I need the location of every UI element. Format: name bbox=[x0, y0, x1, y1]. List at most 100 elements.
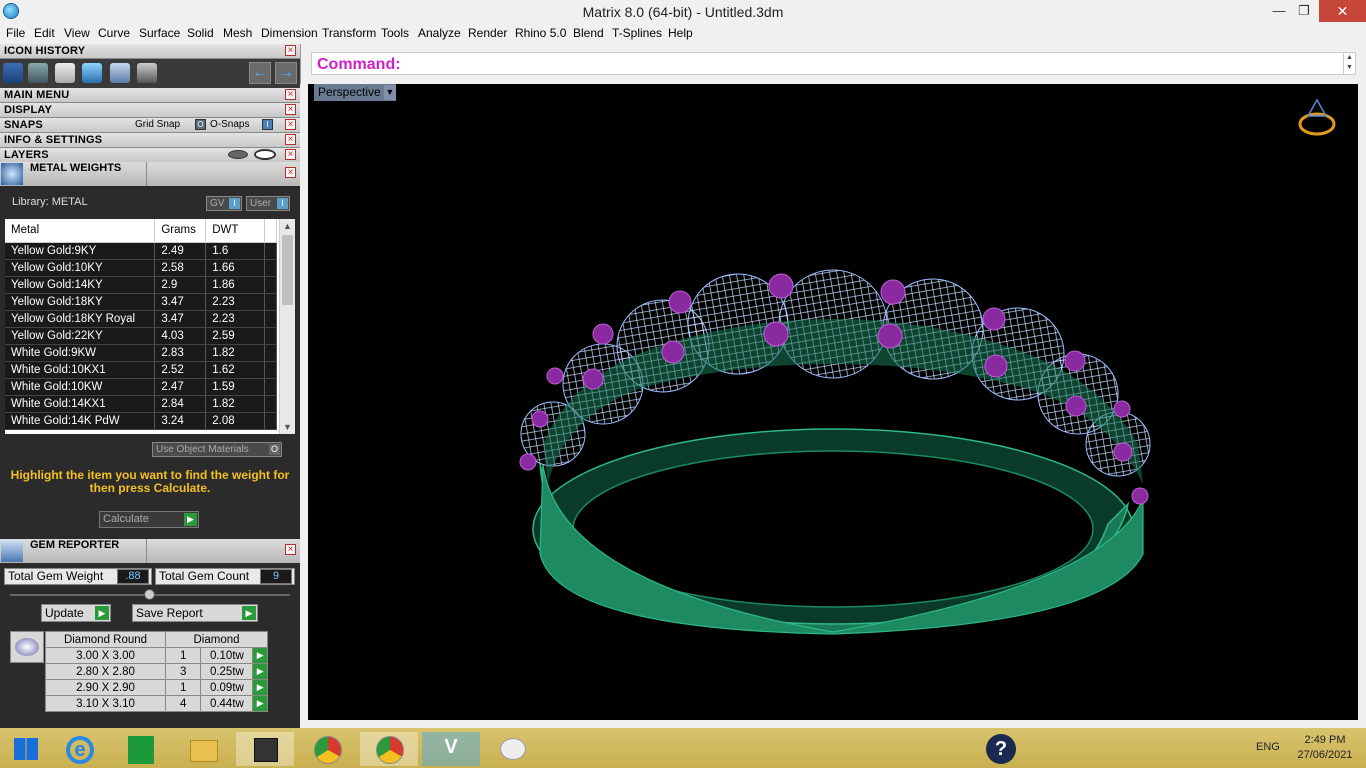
menu-help[interactable]: Help bbox=[668, 26, 693, 40]
command-history-spinner[interactable]: ▲ ▼ bbox=[1343, 53, 1355, 74]
vpn-icon[interactable]: V bbox=[422, 732, 480, 766]
grid-snap-toggle[interactable]: O bbox=[195, 119, 206, 130]
icon-history-header[interactable]: ICON HISTORY × bbox=[0, 44, 300, 59]
menu-view[interactable]: View bbox=[64, 26, 90, 40]
chrome-icon[interactable] bbox=[298, 732, 356, 766]
gv-toggle[interactable]: GV I bbox=[206, 196, 242, 211]
close-icon[interactable]: × bbox=[285, 134, 296, 145]
eye-icon[interactable] bbox=[254, 149, 276, 160]
save-report-button[interactable]: Save Report ▶ bbox=[132, 604, 258, 622]
save-icon[interactable] bbox=[3, 63, 23, 83]
forward-arrow-icon[interactable]: → bbox=[275, 62, 297, 84]
cell-metal: White Gold:14K PdW bbox=[5, 412, 156, 430]
back-arrow-icon[interactable]: ← bbox=[249, 62, 271, 84]
table-row[interactable]: White Gold:10KW 2.47 1.59 bbox=[5, 378, 277, 396]
cell-grams: 3.47 bbox=[154, 310, 207, 328]
paint-icon[interactable] bbox=[484, 732, 542, 766]
user-toggle[interactable]: User I bbox=[246, 196, 290, 211]
menu-file[interactable]: File bbox=[6, 26, 25, 40]
metal-weights-table[interactable]: Metal Grams DWT Yellow Gold:9KY 2.49 1.6 Y… bbox=[5, 219, 295, 434]
layer-hide-icon[interactable] bbox=[228, 150, 248, 159]
language-indicator[interactable]: ENG bbox=[1256, 741, 1280, 753]
close-icon[interactable]: × bbox=[285, 119, 296, 130]
table-row[interactable]: Yellow Gold:14KY 2.9 1.86 bbox=[5, 276, 277, 294]
close-icon[interactable]: × bbox=[285, 45, 296, 56]
column-grams[interactable]: Grams bbox=[154, 219, 207, 243]
menu-curve[interactable]: Curve bbox=[98, 26, 130, 40]
close-icon[interactable]: × bbox=[285, 149, 296, 160]
restore-button[interactable]: ❐ bbox=[1287, 0, 1321, 22]
table-row[interactable]: 3.10 X 3.10 4 0.44tw ▶ bbox=[45, 695, 268, 712]
menu-rhino[interactable]: Rhino 5.0 bbox=[515, 26, 566, 40]
menu-mesh[interactable]: Mesh bbox=[223, 26, 252, 40]
calculate-button[interactable]: Calculate ▶ bbox=[99, 511, 199, 528]
menu-solid[interactable]: Solid bbox=[187, 26, 214, 40]
table-row[interactable]: Yellow Gold:22KY 4.03 2.59 bbox=[5, 327, 277, 345]
table-row[interactable]: Yellow Gold:9KY 2.49 1.6 bbox=[5, 242, 277, 260]
scroll-down-icon[interactable]: ▼ bbox=[283, 422, 292, 432]
display-header[interactable]: DISPLAY × bbox=[0, 103, 300, 118]
table-row[interactable]: White Gold:14K PdW 3.24 2.08 bbox=[5, 412, 277, 430]
rotate-icon[interactable] bbox=[137, 63, 157, 83]
table-row[interactable]: White Gold:14KX1 2.84 1.82 bbox=[5, 395, 277, 413]
close-icon[interactable]: × bbox=[285, 544, 296, 555]
table-row[interactable]: White Gold:10KX1 2.52 1.62 bbox=[5, 361, 277, 379]
cell-size: 3.10 X 3.10 bbox=[45, 695, 166, 712]
column-dwt[interactable]: DWT bbox=[205, 219, 266, 243]
menu-blend[interactable]: Blend bbox=[573, 26, 604, 40]
menu-edit[interactable]: Edit bbox=[34, 26, 55, 40]
close-button[interactable]: ✕ bbox=[1319, 0, 1366, 22]
column-metal[interactable]: Metal bbox=[5, 219, 156, 243]
menu-render[interactable]: Render bbox=[468, 26, 507, 40]
chrome-icon[interactable] bbox=[360, 732, 418, 766]
menu-surface[interactable]: Surface bbox=[139, 26, 180, 40]
menu-tools[interactable]: Tools bbox=[381, 26, 409, 40]
main-menu-header[interactable]: MAIN MENU × bbox=[0, 88, 300, 103]
play-icon[interactable]: ▶ bbox=[252, 695, 268, 712]
divider-handle[interactable] bbox=[144, 589, 155, 600]
close-icon[interactable]: × bbox=[285, 104, 296, 115]
info-settings-header[interactable]: INFO & SETTINGS × bbox=[0, 133, 300, 148]
help-icon[interactable]: ? bbox=[986, 734, 1016, 764]
menu-tsplines[interactable]: T-Splines bbox=[612, 26, 662, 40]
table-row[interactable]: Yellow Gold:18KY 3.47 2.23 bbox=[5, 293, 277, 311]
menu-analyze[interactable]: Analyze bbox=[418, 26, 461, 40]
transform-icon[interactable] bbox=[28, 63, 48, 83]
use-object-materials-toggle[interactable]: Use Object Materials O bbox=[152, 442, 282, 457]
gem-report-icon[interactable] bbox=[110, 63, 130, 83]
cell-dwt: 2.23 bbox=[205, 310, 266, 328]
perspective-viewport[interactable]: Perspective ▼ bbox=[308, 84, 1358, 720]
document-icon[interactable] bbox=[55, 63, 75, 83]
table-row[interactable]: Yellow Gold:18KY Royal 3.47 2.23 bbox=[5, 310, 277, 328]
file-explorer-icon[interactable] bbox=[174, 732, 232, 766]
table-row[interactable]: 2.90 X 2.90 1 0.09tw ▶ bbox=[45, 679, 268, 696]
table-scrollbar[interactable]: ▲ ▼ bbox=[279, 219, 295, 434]
ring-orientation-icon[interactable] bbox=[1298, 98, 1336, 136]
layers-header[interactable]: LAYERS × bbox=[0, 148, 300, 163]
update-button[interactable]: Update ▶ bbox=[41, 604, 111, 622]
play-icon[interactable]: ▶ bbox=[252, 647, 268, 664]
o-snaps-toggle[interactable]: I bbox=[262, 119, 273, 130]
table-row[interactable]: Yellow Gold:10KY 2.58 1.66 bbox=[5, 259, 277, 277]
matrix-app-icon[interactable] bbox=[236, 732, 294, 766]
scroll-thumb[interactable] bbox=[282, 235, 293, 305]
play-icon[interactable]: ▶ bbox=[252, 663, 268, 680]
menu-dimension[interactable]: Dimension bbox=[261, 26, 318, 40]
table-row[interactable]: White Gold:9KW 2.83 1.82 bbox=[5, 344, 277, 362]
internet-explorer-icon[interactable]: e bbox=[52, 732, 110, 766]
table-row[interactable]: 2.80 X 2.80 3 0.25tw ▶ bbox=[45, 663, 268, 680]
prong bbox=[668, 290, 692, 314]
close-icon[interactable]: × bbox=[285, 167, 296, 178]
table-row[interactable]: 3.00 X 3.00 1 0.10tw ▶ bbox=[45, 647, 268, 664]
close-icon[interactable]: × bbox=[285, 89, 296, 100]
clock[interactable]: 2:49 PM 27/06/2021 bbox=[1290, 733, 1360, 763]
snaps-header[interactable]: SNAPS Grid Snap O O-Snaps I × bbox=[0, 118, 300, 133]
play-icon[interactable]: ▶ bbox=[252, 679, 268, 696]
scale-icon[interactable] bbox=[82, 63, 102, 83]
command-input[interactable]: Command: ▲ ▼ bbox=[311, 52, 1356, 75]
system-tray-icons[interactable] bbox=[1030, 742, 1230, 756]
store-icon[interactable] bbox=[112, 732, 170, 766]
menu-transform[interactable]: Transform bbox=[322, 26, 376, 40]
gem-report-table[interactable]: Diamond Round Diamond 3.00 X 3.00 1 0.10tw… bbox=[45, 631, 268, 712]
scroll-up-icon[interactable]: ▲ bbox=[283, 221, 292, 231]
